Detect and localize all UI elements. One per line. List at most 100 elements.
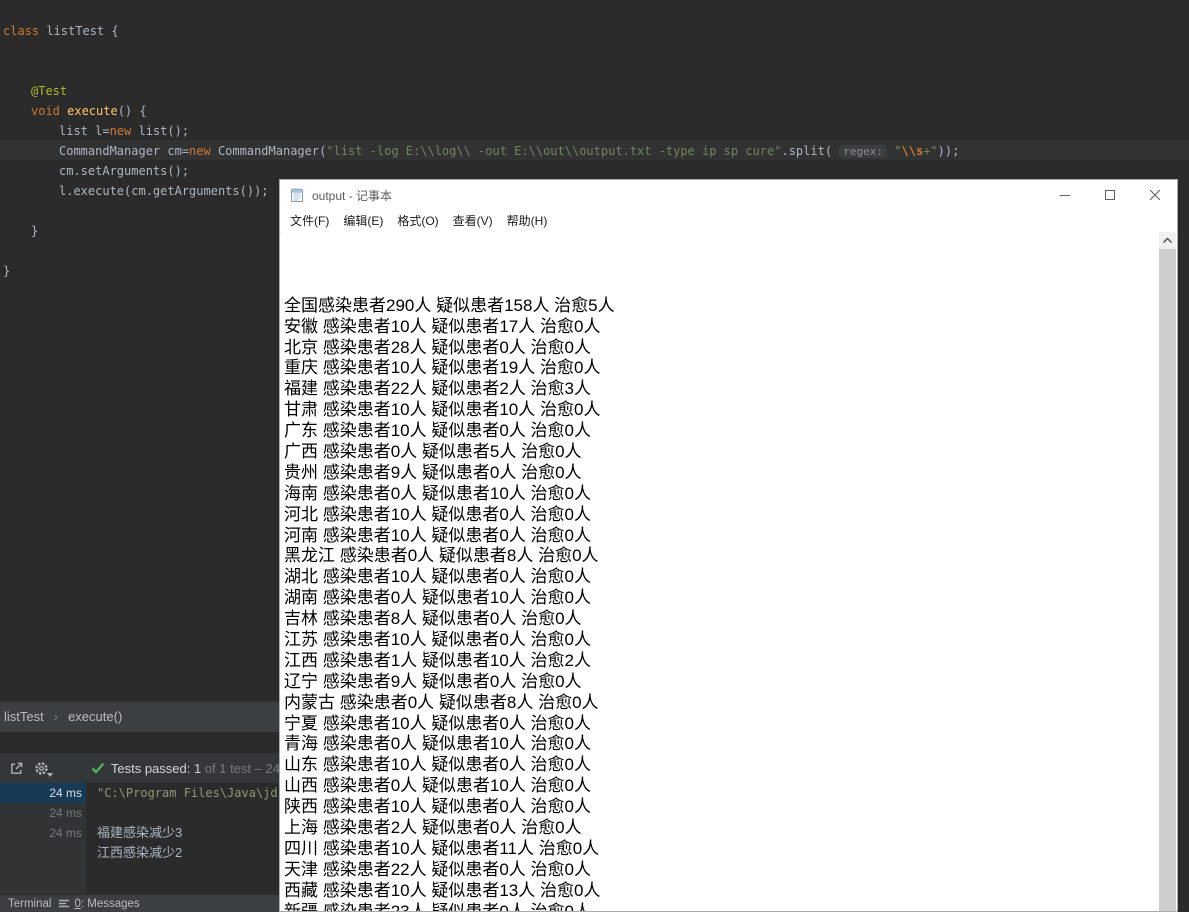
tests-passed-detail: of 1 test – 24 [201,760,280,776]
notepad-line: 安徽 感染患者10人 疑似患者17人 治愈0人 [284,316,601,336]
notepad-menubar: 文件(F) 编辑(E) 格式(O) 查看(V) 帮助(H) [280,210,1177,233]
notepad-line: 湖南 感染患者0人 疑似患者10人 治愈0人 [284,588,591,608]
tests-passed-label: Tests passed: 1 [110,760,202,776]
messages-tab-label: : Messages [80,897,140,910]
code-token: } [31,224,39,238]
test-duration: 24 ms [49,786,82,800]
code-token: " [894,144,902,158]
notepad-line: 黑龙江 感染患者0人 疑似患者8人 治愈0人 [284,546,599,566]
notepad-icon [289,187,305,203]
code-token: cm.setArguments(); [59,164,190,178]
code-token: listTest { [39,24,119,38]
code-token: CommandManager( [210,144,327,158]
test-status: Tests passed: 1 of 1 test – 24 [91,761,280,776]
chevron-right-icon: › [53,709,59,724]
screen: class listTest { @Test void execute() { lis… [0,0,1189,912]
gear-icon[interactable] [33,760,53,777]
code-line: l.execute(cm.getArguments()); [59,181,269,201]
test-tree: 24 ms 24 ms 24 ms [0,783,86,895]
scroll-up-button[interactable] [1159,232,1176,249]
export-icon[interactable] [9,760,24,776]
window-title: output - 记事本 [312,188,393,203]
menu-item[interactable]: 文件(F) [283,210,336,232]
notepad-line: 河北 感染患者10人 疑似患者0人 治愈0人 [284,504,591,524]
notepad-line: 广西 感染患者0人 疑似患者5人 治愈0人 [284,441,582,461]
console-line: 福建感染减少3 [97,825,183,840]
notepad-line: 山东 感染患者10人 疑似患者0人 治愈0人 [284,755,591,775]
notepad-line: 全国感染患者290人 疑似患者158人 治愈5人 [284,295,615,315]
code-token: class [3,24,40,38]
code-token: void [31,104,68,118]
hamburger-icon [59,899,70,908]
breadcrumb-method[interactable]: execute() [64,709,126,724]
terminal-tab[interactable]: Terminal [8,898,51,910]
code-line: CommandManager cm=new CommandManager("li… [59,141,959,161]
notepad-line: 河南 感染患者10人 疑似患者0人 治愈0人 [284,525,591,545]
test-duration: 24 ms [49,826,82,840]
notepad-line: 海南 感染患者0人 疑似患者10人 治愈0人 [284,483,591,503]
code-token: () { [117,104,147,118]
maximize-button[interactable] [1087,180,1132,210]
check-icon [91,762,105,774]
notepad-titlebar[interactable]: output - 记事本 [280,180,1177,210]
code-token: l.execute(cm.getArguments()); [59,184,269,198]
code-token: CommandManager cm= [59,144,190,158]
code-line: class listTest { [3,21,119,41]
menu-item[interactable]: 查看(V) [446,210,500,232]
console-line: 江西感染减少2 [97,845,183,860]
menu-item[interactable]: 格式(O) [390,210,445,232]
code-line: cm.setArguments(); [59,161,189,181]
test-duration: 24 ms [49,806,82,820]
scrollbar-thumb[interactable] [1159,249,1176,911]
breadcrumb-class[interactable]: listTest [0,709,48,724]
notepad-line: 贵州 感染患者9人 疑似患者0人 治愈0人 [284,462,582,482]
test-row[interactable]: 24 ms [0,803,86,823]
breadcrumb: listTest › execute() [0,701,280,732]
close-button[interactable] [1132,180,1177,210]
test-row[interactable]: 24 ms [0,823,86,843]
notepad-text-area[interactable]: 全国感染患者290人 疑似患者158人 治愈5人 安徽 感染患者10人 疑似患者1… [284,233,1158,911]
notepad-line: 宁夏 感染患者10人 疑似患者0人 治愈0人 [284,713,591,733]
notepad-line: 陕西 感染患者10人 疑似患者0人 治愈0人 [284,797,591,817]
code-token: .split( [781,144,840,158]
notepad-line: 天津 感染患者22人 疑似患者0人 治愈0人 [284,859,591,879]
code-line: } [3,261,10,281]
window-controls [1042,180,1177,210]
notepad-line: 青海 感染患者0人 疑似患者10人 治愈0人 [284,734,591,754]
messages-tab[interactable]: 0: Messages [59,897,140,910]
code-token: new [109,124,132,138]
code-token: new [189,144,211,158]
ide-status-bar: Terminal 0: Messages [0,894,280,912]
code-token: )); [937,144,960,158]
notepad-line: 上海 感染患者2人 疑似患者0人 治愈0人 [284,817,582,837]
test-row[interactable]: 24 ms [0,783,86,803]
menu-item[interactable]: 帮助(H) [500,210,555,232]
code-token: list l= [59,124,110,138]
notepad-line: 甘肃 感染患者10人 疑似患者10人 治愈0人 [284,400,601,420]
inline-parameter-hint: regex: [839,145,888,158]
notepad-line: 新疆 感染患者23人 疑似患者0人 治愈0人 [284,902,1158,911]
notepad-content: 全国感染患者290人 疑似患者158人 治愈5人 安徽 感染患者10人 疑似患者1… [281,232,1176,911]
run-panel: listTest › execute() Tests passed: 1 of 1 [0,701,280,912]
notepad-line: 广东 感染患者10人 疑似患者0人 治愈0人 [284,421,591,441]
notepad-line: 山西 感染患者0人 疑似患者10人 治愈0人 [284,776,591,796]
notepad-line: 北京 感染患者28人 疑似患者0人 治愈0人 [284,337,591,357]
notepad-line: 福建 感染患者22人 疑似患者2人 治愈3人 [284,379,591,399]
notepad-window: output - 记事本 文件(F) 编辑(E) 格式(O) 查看(V) 帮助(H) 全… [279,179,1178,912]
notepad-line: 江西 感染患者1人 疑似患者10人 治愈2人 [284,650,591,670]
chevron-down-icon [46,773,53,777]
vertical-scrollbar [1159,232,1176,911]
menu-item[interactable]: 编辑(E) [336,210,390,232]
code-line: } [31,221,38,241]
notepad-line: 西藏 感染患者10人 疑似患者13人 治愈0人 [284,880,601,900]
minimize-button[interactable] [1042,180,1087,210]
code-token: \\s [901,144,924,158]
test-console[interactable]: "C:\Program Files\Java\jdk 福建感染减少3 江西感染减少2 [86,783,280,895]
code-token: "list -log E:\\log\\ -out E:\\out\\outpu… [326,144,782,158]
code-line: @Test [31,81,67,101]
test-toolbar: Tests passed: 1 of 1 test – 24 [0,753,280,783]
notepad-line: 重庆 感染患者10人 疑似患者19人 治愈0人 [284,358,601,378]
notepad-line: 湖北 感染患者10人 疑似患者0人 治愈0人 [284,567,591,587]
notepad-line: 辽宁 感染患者9人 疑似患者0人 治愈0人 [284,671,582,691]
code-line: void execute() { [31,101,147,121]
